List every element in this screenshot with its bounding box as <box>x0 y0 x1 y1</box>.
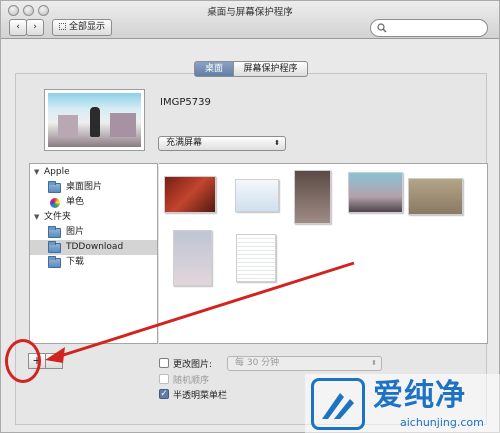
watermark-title: 爱纯净 <box>373 378 466 413</box>
watermark: 爱纯净 aichunjing.com <box>305 374 500 433</box>
preferences-window: 桌面与屏幕保护程序 ‹ › 全部显示 桌面 屏幕保护程序 IMGP5739 充满… <box>0 0 500 433</box>
watermark-url: aichunjing.com <box>400 416 484 429</box>
watermark-logo <box>311 378 365 430</box>
annotation-arrow <box>45 261 355 363</box>
annotation-circle <box>5 339 41 383</box>
